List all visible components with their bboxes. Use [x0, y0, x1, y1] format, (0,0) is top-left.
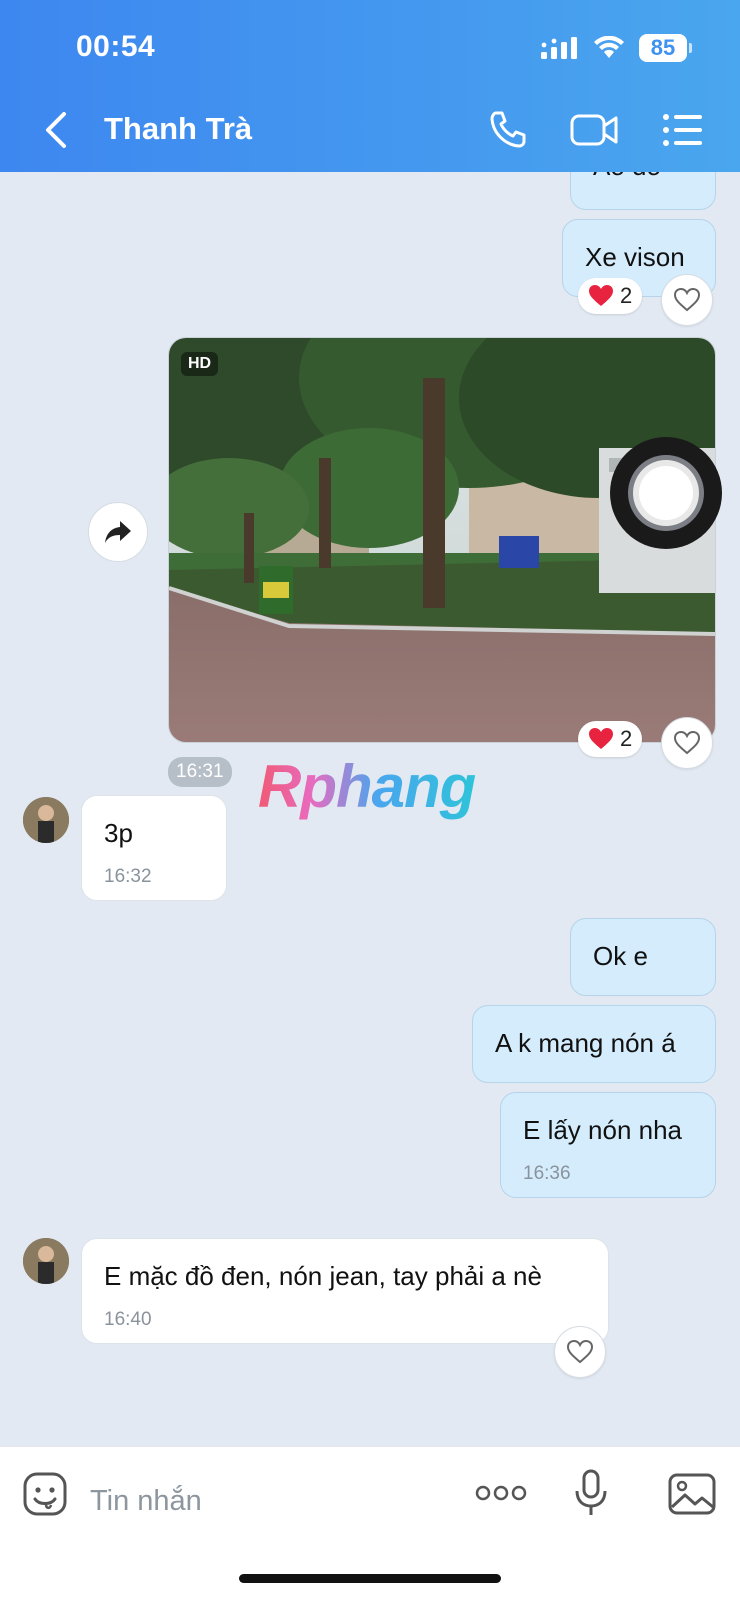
heart-outline-icon: [566, 1339, 594, 1364]
message-bubble-3p[interactable]: 3p 16:32: [81, 795, 227, 901]
message-text: Áo đỏ: [593, 172, 661, 181]
contact-name[interactable]: Thanh Trà: [104, 111, 252, 147]
message-bubble-outfit[interactable]: E mặc đồ đen, nón jean, tay phải a nè 16…: [81, 1238, 609, 1344]
status-icons: 85: [541, 34, 692, 62]
like-button[interactable]: [661, 717, 713, 769]
phone-icon[interactable]: [488, 110, 528, 150]
message-list[interactable]: Áo đỏ Xe vison 2: [0, 172, 740, 1446]
message-text: E lấy nón nha: [523, 1115, 683, 1145]
heart-outline-icon: [673, 287, 701, 312]
message-text: E mặc đồ đen, nón jean, tay phải a nè: [104, 1261, 542, 1291]
video-call-icon[interactable]: [570, 110, 620, 150]
avatar-image: [23, 797, 69, 843]
avatar[interactable]: [23, 1238, 69, 1284]
menu-icon[interactable]: [662, 110, 704, 150]
battery-level: 85: [639, 34, 687, 62]
home-indicator: [239, 1574, 501, 1583]
battery-icon: 85: [639, 34, 692, 62]
avatar[interactable]: [23, 797, 69, 843]
message-bubble-lay-non[interactable]: E lấy nón nha 16:36: [500, 1092, 716, 1198]
mic-icon[interactable]: [574, 1469, 608, 1517]
message-text: Xe vison: [585, 242, 685, 272]
back-icon[interactable]: [38, 110, 74, 150]
battery-tip: [689, 43, 692, 53]
record-button[interactable]: [610, 437, 722, 549]
hd-badge: HD: [181, 352, 219, 376]
message-time: 16:32: [104, 866, 152, 887]
photo-timestamp: 16:31: [168, 757, 232, 787]
wifi-icon: [594, 36, 624, 58]
heart-reaction-icon: [589, 285, 613, 306]
share-button[interactable]: [88, 502, 148, 562]
signal-icon: [541, 37, 577, 59]
chat-header: 00:54 85 Thanh Trà: [0, 0, 740, 172]
message-text: A k mang nón á: [495, 1028, 676, 1058]
reaction-pill[interactable]: 2: [578, 721, 643, 757]
like-button[interactable]: [661, 274, 713, 326]
gallery-icon[interactable]: [668, 1473, 716, 1515]
message-bubble-ok-e[interactable]: Ok e: [570, 918, 716, 996]
sticker-icon[interactable]: [22, 1471, 68, 1517]
reaction-count: 2: [620, 726, 633, 751]
message-text: 3p: [104, 818, 133, 848]
heart-outline-icon: [673, 730, 701, 755]
reaction-count: 2: [620, 283, 633, 308]
heart-reaction-icon: [589, 728, 613, 749]
reaction-pill[interactable]: 2: [578, 278, 643, 314]
share-icon: [105, 521, 131, 543]
avatar-image: [23, 1238, 69, 1284]
message-bubble-mang-non[interactable]: A k mang nón á: [472, 1005, 716, 1083]
watermark-logo: Rphang: [258, 753, 476, 820]
message-bubble-partial[interactable]: Áo đỏ: [570, 172, 716, 210]
status-time: 00:54: [76, 30, 156, 63]
message-time: 16:40: [104, 1309, 152, 1330]
record-icon: [628, 455, 704, 531]
like-button[interactable]: [554, 1326, 606, 1378]
message-time: 16:36: [523, 1163, 571, 1184]
message-text: Ok e: [593, 941, 648, 971]
message-input[interactable]: Tin nhắn: [90, 1485, 202, 1518]
more-icon[interactable]: [475, 1483, 527, 1503]
